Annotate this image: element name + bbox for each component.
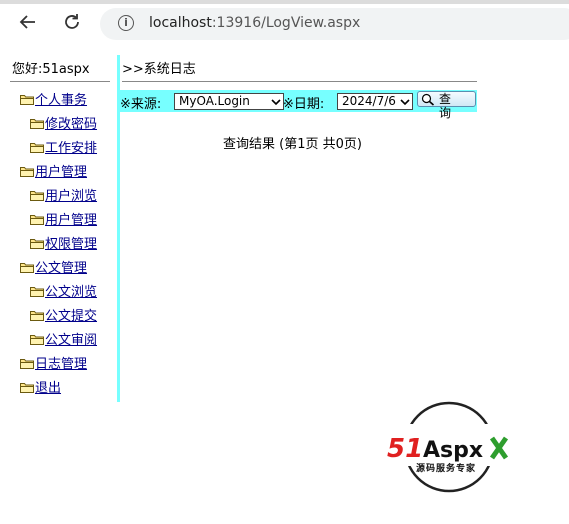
magnifier-icon [421, 93, 435, 106]
url-host: localhost [149, 15, 212, 31]
logo-51aspx: 51 Aspx 源码服务专家 [382, 400, 517, 495]
reload-button[interactable] [60, 12, 84, 36]
sidebar-item-label: 个人事务 [35, 93, 88, 108]
date-label: ※日期: [283, 97, 325, 112]
sidebar-item[interactable]: 用户浏览 [30, 188, 97, 206]
browser-toolbar: i localhost:13916/LogView.aspx [0, 0, 569, 45]
sidebar-item-label: 公文管理 [35, 261, 88, 276]
sidebar-item-label: 用户管理 [35, 165, 88, 180]
sidebar-item[interactable]: 公文管理 [20, 260, 87, 278]
sidebar-item-label: 公文审阅 [45, 333, 98, 348]
address-bar[interactable]: i localhost:13916/LogView.aspx [100, 8, 569, 40]
sidebar-item-label: 权限管理 [45, 237, 98, 252]
sidebar-item[interactable]: 权限管理 [30, 236, 97, 254]
tab-strip-edge [0, 0, 569, 4]
back-button[interactable] [16, 12, 40, 36]
folder-icon [30, 310, 44, 321]
folder-icon [30, 142, 44, 153]
sidebar-item[interactable]: 工作安排 [30, 140, 97, 158]
url-path: :13916/LogView.aspx [211, 15, 361, 31]
sidebar-item[interactable]: 修改密码 [30, 116, 97, 134]
chevron-down-icon [400, 99, 410, 106]
sidebar-item[interactable]: 公文浏览 [30, 284, 97, 302]
sidebar-item-label: 公文提交 [45, 309, 98, 324]
sidebar-item[interactable]: 退出 [20, 380, 61, 398]
filter-bar: ※来源: MyOA.Login ※日期: 2024/7/6 查 询 [120, 90, 477, 120]
sidebar-item[interactable]: 用户管理 [20, 164, 87, 182]
breadcrumb: >>系统日志 [122, 62, 196, 77]
query-button[interactable]: 查 询 [417, 91, 476, 120]
folder-icon [20, 262, 34, 273]
page-content: 您好:51aspx 个人事务 修改密码 工作安排 用户管理 用户浏览 用户管理 权限管理 公文… [0, 45, 569, 524]
sidebar-item[interactable]: 公文提交 [30, 308, 97, 326]
folder-icon [30, 286, 44, 297]
logo-graphic: 51 Aspx 源码服务专家 [387, 401, 512, 493]
sidebar-item-label: 工作安排 [45, 141, 98, 156]
folder-icon [20, 358, 34, 369]
result-summary: 查询结果 (第1页 共0页) [223, 137, 362, 152]
folder-icon [20, 166, 34, 177]
logo-text: Aspx [423, 438, 483, 463]
folder-icon [30, 190, 44, 201]
info-icon[interactable]: i [118, 15, 134, 31]
sidebar-item-label: 退出 [35, 381, 62, 396]
folder-icon [30, 214, 44, 225]
folder-icon [30, 334, 44, 345]
folder-icon [30, 238, 44, 249]
sidebar-item-label: 用户管理 [45, 213, 98, 228]
folder-icon [30, 118, 44, 129]
logo-tagline: 源码服务专家 [416, 462, 476, 474]
greeting-text: 您好:51aspx [12, 62, 90, 77]
sidebar-item[interactable]: 个人事务 [20, 92, 87, 110]
source-label: ※来源: [120, 97, 162, 112]
sidebar-item[interactable]: 日志管理 [20, 356, 87, 374]
sidebar-item-label: 用户浏览 [45, 189, 98, 204]
chevron-down-icon [271, 99, 281, 106]
sidebar-divider [10, 81, 110, 82]
folder-icon [20, 94, 34, 105]
sidebar-item[interactable]: 用户管理 [30, 212, 97, 230]
logo-number: 51 [387, 434, 423, 464]
arrow-left-icon [19, 15, 35, 29]
breadcrumb-divider [122, 81, 477, 82]
date-select-value: 2024/7/6 [342, 94, 396, 108]
reload-icon [65, 14, 79, 29]
sidebar-item-label: 日志管理 [35, 357, 88, 372]
url-text[interactable]: localhost:13916/LogView.aspx [149, 15, 360, 31]
source-select-value: MyOA.Login [179, 94, 250, 108]
source-select[interactable]: MyOA.Login [174, 93, 284, 110]
sidebar-item-label: 修改密码 [45, 117, 98, 132]
folder-icon [20, 382, 34, 393]
date-select[interactable]: 2024/7/6 [337, 93, 413, 110]
sidebar-item-label: 公文浏览 [45, 285, 98, 300]
sidebar-item[interactable]: 公文审阅 [30, 332, 97, 350]
query-button-label: 查 询 [439, 92, 456, 120]
